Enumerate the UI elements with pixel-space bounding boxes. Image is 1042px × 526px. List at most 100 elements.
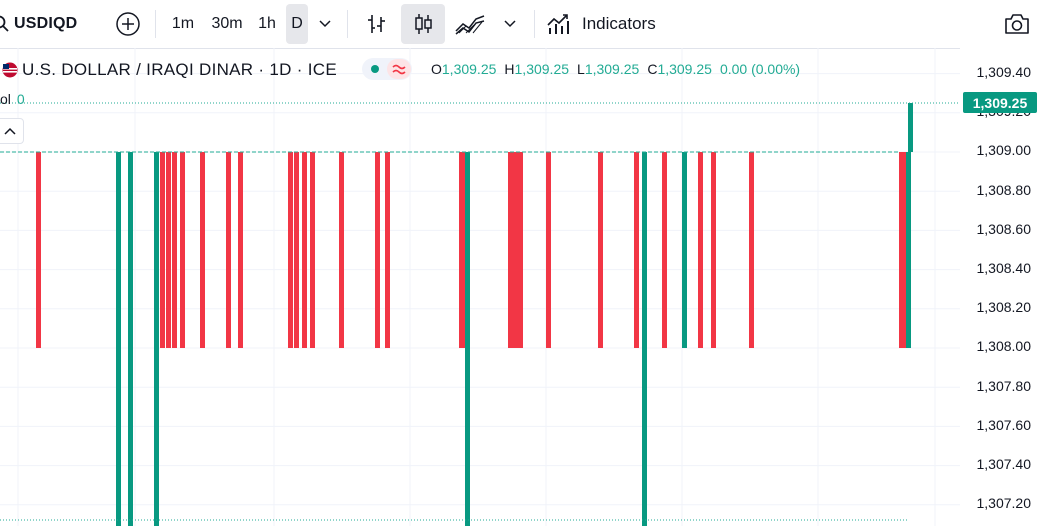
indicators-label: Indicators [582, 14, 656, 33]
candle [128, 152, 133, 526]
candle [546, 152, 551, 348]
price-tick: 1,307.60 [976, 417, 1032, 433]
add-symbol-button[interactable] [113, 4, 143, 44]
interval-30m[interactable]: 30m [206, 4, 248, 44]
toolbar-divider [534, 10, 535, 38]
interval-1h[interactable]: 1h [252, 4, 282, 44]
bar-chart-type-button[interactable] [358, 4, 394, 44]
price-tick: 1,307.80 [976, 378, 1032, 394]
volume-value: 0 [16, 91, 25, 107]
candle [294, 152, 299, 348]
ohlc-values: O 1,309.25 H 1,309.25 L 1,309.25 C 1,309… [431, 61, 808, 77]
price-tick: 1,308.00 [976, 338, 1032, 354]
candle [508, 152, 513, 348]
top-toolbar: USDIQD 1m 30m 1h D Indicators [0, 0, 1042, 49]
market-status-pill[interactable] [362, 58, 412, 80]
volume-label: ol [0, 91, 11, 107]
candles-chart-type-button[interactable] [401, 4, 445, 44]
close-value: 1,309.25 [657, 61, 712, 77]
candle [899, 152, 904, 348]
price-tick: 1,307.40 [976, 456, 1032, 472]
candle [160, 152, 165, 348]
candle [642, 152, 647, 526]
price-axis[interactable]: 1,309.40 1,309.20 1,309.00 1,308.80 1,30… [960, 48, 1042, 526]
candle [288, 152, 293, 348]
indicators-button[interactable]: Indicators [544, 4, 666, 44]
candle [749, 152, 754, 348]
candles-icon [415, 14, 432, 34]
flag-icon [2, 62, 18, 78]
candle [180, 152, 185, 348]
candle [465, 152, 470, 526]
candle [459, 152, 460, 348]
candle [166, 152, 171, 348]
candle [460, 152, 465, 348]
price-tick: 1,309.40 [976, 64, 1032, 80]
volume-legend: ol 0 [0, 91, 25, 107]
candle [36, 152, 41, 348]
price-tick: 1,309.00 [976, 142, 1032, 158]
symbol-title[interactable]: U.S. DOLLAR / IRAQI DINAR · 1D · ICE [22, 60, 337, 80]
interval-1m[interactable]: 1m [166, 4, 200, 44]
camera-icon [1005, 14, 1029, 34]
price-tick: 1,307.20 [976, 495, 1032, 511]
symbol-search-button[interactable]: USDIQD [0, 4, 90, 44]
symbol-name: USDIQD [14, 15, 78, 32]
chart-grid [0, 48, 960, 526]
chevron-down-icon [504, 20, 516, 28]
candles-layer [36, 103, 913, 526]
candle [682, 152, 687, 348]
candle [698, 152, 703, 348]
price-tick: 1,308.60 [976, 221, 1032, 237]
chart-legend: U.S. DOLLAR / IRAQI DINAR · 1D · ICE [0, 56, 337, 84]
candle [310, 152, 315, 348]
low-label: L [577, 61, 585, 77]
candle [154, 152, 159, 526]
market-open-dot-icon [371, 59, 411, 79]
candle [375, 152, 380, 348]
open-value: 1,309.25 [441, 61, 497, 77]
area-chart-type-button[interactable] [451, 4, 489, 44]
candle [226, 152, 231, 348]
candle [662, 152, 667, 348]
price-tick: 1,308.20 [976, 299, 1032, 315]
candle [513, 152, 518, 348]
chevron-up-icon [4, 127, 16, 135]
open-label: O [431, 61, 442, 77]
close-label: C [647, 61, 658, 77]
screenshot-button[interactable] [998, 4, 1036, 44]
candle [385, 152, 390, 348]
last-price-label: 1,309.25 [963, 92, 1037, 113]
chart-type-dropdown[interactable] [497, 4, 523, 44]
search-icon [0, 15, 9, 32]
candle [906, 152, 911, 348]
area-chart-icon [455, 15, 485, 35]
candle [598, 152, 603, 348]
low-value: 1,309.25 [584, 61, 640, 77]
price-tick: 1,308.80 [976, 182, 1032, 198]
interval-1d[interactable]: D [286, 4, 308, 44]
price-chart[interactable] [0, 48, 960, 526]
price-lines [0, 102, 960, 521]
candle [518, 152, 523, 348]
change-value: 0.00 (0.00%) [719, 61, 801, 77]
bar-chart-icon [368, 15, 385, 33]
toolbar-divider [347, 10, 348, 38]
high-label: H [504, 61, 515, 77]
price-tick: 1,308.40 [976, 260, 1032, 276]
candle [711, 152, 716, 348]
chevron-down-icon [319, 20, 331, 28]
high-value: 1,309.25 [514, 61, 570, 77]
indicators-icon [547, 14, 569, 34]
add-symbol-icon [116, 12, 140, 36]
candle [302, 152, 307, 348]
candle [200, 152, 205, 348]
candle [634, 152, 639, 348]
candle [339, 152, 344, 348]
candle [172, 152, 177, 348]
toolbar-divider [155, 10, 156, 38]
candle [238, 152, 243, 348]
intervals-dropdown[interactable] [312, 4, 338, 44]
collapse-legend-button[interactable] [0, 118, 24, 144]
candle [116, 152, 121, 526]
